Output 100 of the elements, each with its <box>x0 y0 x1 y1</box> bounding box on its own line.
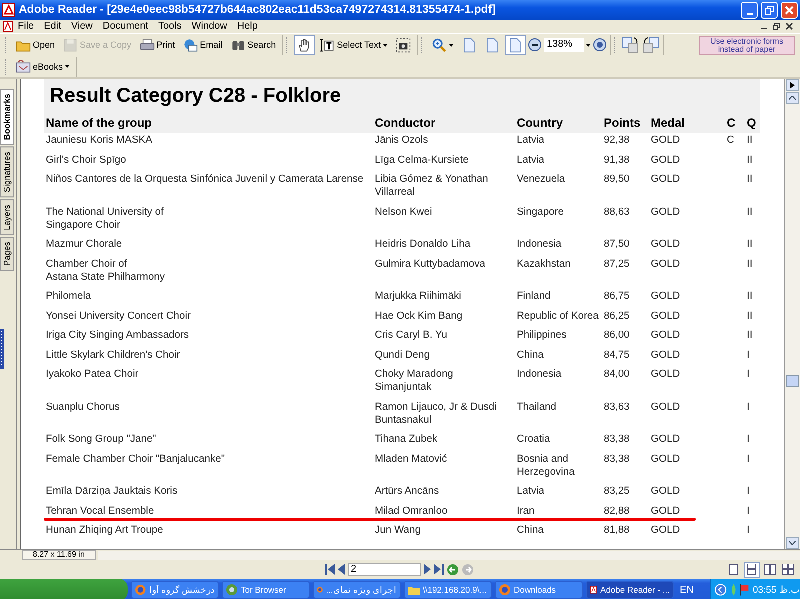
taskbar-button[interactable]: اجرای ویژه نمای... <box>313 581 401 599</box>
chevron-down-icon <box>789 541 796 545</box>
menu-item[interactable]: Help <box>232 21 263 32</box>
zoom-in-icon <box>432 38 447 52</box>
flag-icon[interactable] <box>740 584 750 596</box>
table-cell-text: II <box>747 238 754 251</box>
ebooks-button[interactable]: eBooks <box>13 56 74 76</box>
resize-grip-icon[interactable] <box>0 329 4 369</box>
horizontal-scrollbar[interactable] <box>98 550 800 560</box>
facing-pages-icon <box>764 564 776 575</box>
table-cell-text: Iran <box>517 504 536 518</box>
open-button[interactable]: Open <box>13 35 58 55</box>
menu-item[interactable]: File <box>13 21 40 32</box>
hand-tool-button[interactable] <box>294 35 316 55</box>
side-tab[interactable]: Bookmarks <box>0 89 14 146</box>
rotate-icon[interactable] <box>622 36 640 54</box>
taskbar-button[interactable]: Downloads <box>495 581 583 599</box>
language-indicator[interactable]: EN <box>680 584 694 596</box>
menu-item[interactable]: Tools <box>153 21 187 32</box>
first-page-icon[interactable] <box>325 564 335 575</box>
menu-item[interactable]: Window <box>186 21 232 32</box>
column-header: Q <box>747 117 758 130</box>
table-cell-text: Choky Maradong Simanjuntak <box>375 368 454 394</box>
scroll-thumb[interactable] <box>786 375 799 387</box>
menu-item[interactable]: View <box>66 21 98 32</box>
restore-icon[interactable] <box>773 23 780 30</box>
last-page-icon[interactable] <box>434 564 444 575</box>
table-cell-text: II <box>747 154 754 166</box>
minimize-icon <box>746 12 752 14</box>
back-icon[interactable] <box>447 564 459 576</box>
page-size-label: 8.27 x 11.69 in <box>22 550 96 560</box>
table-cell-text: I <box>747 433 751 446</box>
rotate-icon[interactable] <box>642 36 660 54</box>
print-button[interactable]: Print <box>136 35 178 55</box>
vertical-scrollbar[interactable] <box>784 79 800 549</box>
page-layout-button[interactable] <box>744 562 760 578</box>
table-cell-text: Libia Gómez & Yonathan Villarreal <box>375 173 490 199</box>
table-cell-text: GOLD <box>651 154 682 166</box>
side-tab[interactable]: Pages <box>0 237 14 272</box>
start-button[interactable] <box>0 579 128 599</box>
search-button[interactable]: Search <box>228 35 280 55</box>
restore-button[interactable] <box>761 2 778 18</box>
table-cell-text: 86,75 <box>604 290 631 303</box>
zoom-out-icon[interactable] <box>528 38 542 52</box>
table-cell-text: Mladen Matović <box>375 452 448 466</box>
table-cell-text: Tihana Zubek <box>375 433 439 446</box>
minimize-icon[interactable] <box>761 28 767 30</box>
chevron-left-icon[interactable] <box>715 584 727 596</box>
taskbar-button[interactable]: Tor Browser <box>222 581 310 599</box>
page-number-field[interactable]: 2 <box>348 563 421 576</box>
table-cell-text: Thailand <box>517 400 558 414</box>
scroll-up-button[interactable] <box>786 92 799 104</box>
table-cell-text: Līga Celma-Kursiete <box>375 154 470 166</box>
table-cell-text: 83,38 <box>604 433 631 446</box>
table-cell-text: 83,38 <box>604 452 631 466</box>
minimize-button[interactable] <box>741 2 758 18</box>
table-cell-text: Marjukka Riihimäki <box>375 290 462 303</box>
page-layout-button[interactable] <box>762 562 778 578</box>
menu-item[interactable]: Edit <box>39 21 66 32</box>
select-text-button[interactable]: Select Text <box>317 35 391 55</box>
table-cell-text: Tehran Vocal Ensemble <box>46 504 156 518</box>
side-tab[interactable]: Signatures <box>0 147 14 198</box>
close-button[interactable] <box>781 2 798 18</box>
taskbar-button[interactable]: Adobe Reader - ... <box>586 581 674 599</box>
triangle-icon <box>790 82 795 88</box>
zoom-field[interactable]: 138% <box>544 38 584 52</box>
table-cell-text: GOLD <box>651 348 682 362</box>
table-cell-text: The National University of Singapore Choir <box>46 206 165 232</box>
caret-icon <box>382 44 388 46</box>
column-header: C <box>727 117 737 130</box>
taskbar-button[interactable]: درخشش گروه آوا <box>131 581 219 599</box>
next-page-icon[interactable] <box>424 564 431 575</box>
email-button[interactable]: Email <box>180 35 226 55</box>
table-cell-text: Singapore <box>517 206 565 220</box>
table-cell-text: GOLD <box>651 134 682 147</box>
table-cell-text: 91,38 <box>604 154 631 166</box>
table-cell-text: Chamber Choir of Astana State Philharmony <box>46 258 166 284</box>
page-icon <box>508 38 523 52</box>
expand-button[interactable] <box>786 79 799 91</box>
single-page-icon <box>728 564 740 575</box>
folder-icon <box>408 584 420 596</box>
table-cell-text: Artūrs Ancāns <box>375 485 440 498</box>
table-cell-text: Latvia <box>517 134 546 147</box>
table-cell-text: Jun Wang <box>375 524 422 537</box>
table-cell-text: GOLD <box>651 173 682 187</box>
scroll-down-button[interactable] <box>786 537 799 549</box>
page-layout-button[interactable] <box>780 562 796 578</box>
previous-page-icon[interactable] <box>338 564 345 575</box>
menu-item[interactable]: Document <box>98 21 154 32</box>
zoom-in-icon[interactable] <box>592 38 607 52</box>
close-icon <box>785 6 794 14</box>
caret-icon <box>586 44 591 46</box>
promo-banner[interactable]: Use electronic forms instead of paper <box>699 36 795 54</box>
taskbar-button[interactable]: \\192.168.20.9\... <box>404 581 492 599</box>
table-cell-text: 87,25 <box>604 258 631 272</box>
table-cell-text: Philippines <box>517 329 568 342</box>
side-tab[interactable]: Layers <box>0 200 14 236</box>
close-icon[interactable] <box>786 23 793 30</box>
printer-icon <box>140 38 155 52</box>
table-cell-text: II <box>747 290 754 303</box>
